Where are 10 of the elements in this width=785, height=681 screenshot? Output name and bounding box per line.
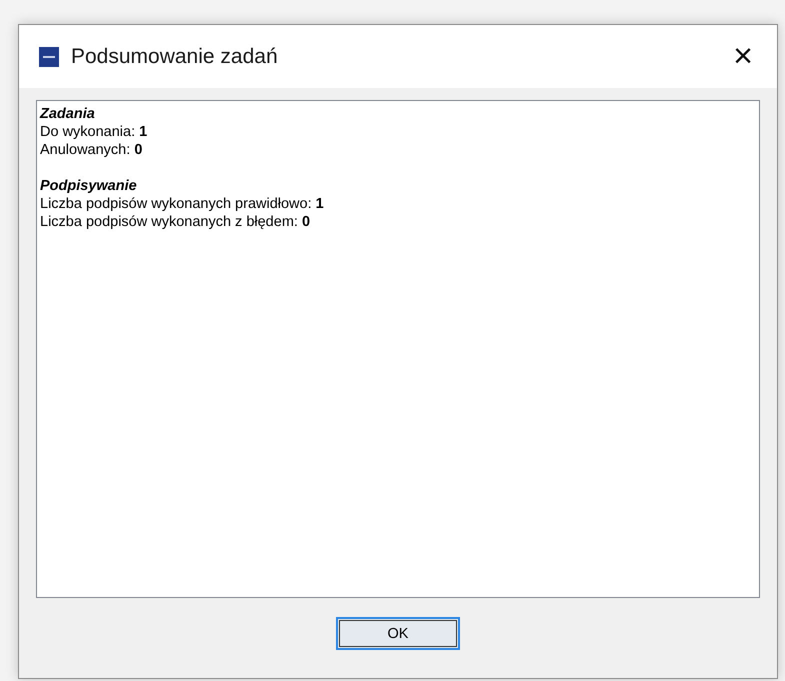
summary-line: Do wykonania: 1 bbox=[40, 123, 148, 141]
summary-line: Anulowanych: 0 bbox=[40, 141, 144, 159]
summary-line: Liczba podpisów wykonanych z błędem: 0 bbox=[40, 213, 312, 231]
ok-button[interactable]: OK bbox=[336, 617, 460, 650]
section-heading: Zadania bbox=[40, 105, 96, 123]
close-button[interactable]: × bbox=[719, 37, 767, 76]
summary-line: Liczba podpisów wykonanych prawidłowo: 1 bbox=[40, 195, 325, 213]
window-title: Podsumowanie zadań bbox=[71, 44, 279, 68]
section-heading: Podpisywanie bbox=[40, 177, 138, 195]
app-logo-icon bbox=[39, 46, 59, 66]
